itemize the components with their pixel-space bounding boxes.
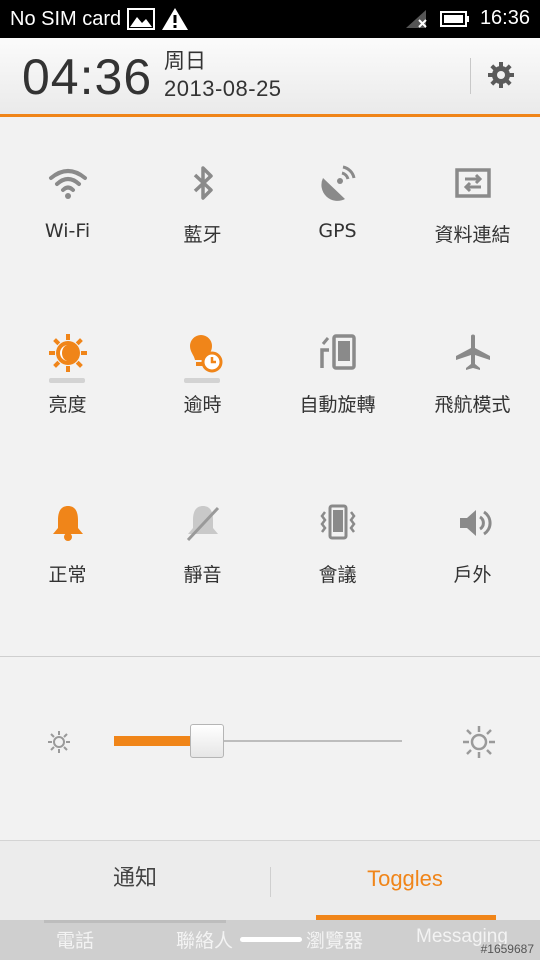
dock-item-contacts: 聯絡人: [176, 930, 234, 952]
clock[interactable]: 04:36: [22, 48, 152, 106]
gear-icon[interactable]: [486, 60, 516, 90]
speaker-icon: [460, 510, 492, 536]
image-icon: [127, 8, 156, 30]
toggle-label: 會議: [318, 564, 357, 586]
tab-toggles[interactable]: Toggles: [270, 841, 540, 921]
silent-icon: [186, 506, 220, 542]
dock-item-browser: 瀏覽器: [306, 930, 364, 952]
toggle-gps[interactable]: GPS: [270, 130, 405, 300]
data-link-icon: [455, 168, 491, 198]
toggle-bluetooth[interactable]: 藍牙: [135, 130, 270, 300]
toggle-outdoor[interactable]: 戶外: [405, 470, 540, 640]
wifi-icon: [49, 169, 87, 199]
section-divider: [0, 656, 540, 657]
gps-icon: [321, 165, 356, 201]
toggle-silent[interactable]: 靜音: [135, 470, 270, 640]
toggle-label: Wi-Fi: [44, 220, 91, 242]
toggle-wifi[interactable]: Wi-Fi: [0, 130, 135, 300]
panel-tabs: 通知 Toggles: [0, 840, 540, 921]
brightness-icon: [49, 334, 87, 372]
carrier-text: No SIM card: [10, 7, 122, 30]
auto-rotate-icon: [320, 334, 356, 370]
toggle-label: GPS: [318, 220, 357, 242]
dock: 電話 聯絡人 瀏覽器 Messaging #1659687: [0, 920, 540, 960]
bell-icon: [53, 506, 83, 541]
toggle-label: 靜音: [183, 564, 222, 586]
toggle-normal[interactable]: 正常: [0, 470, 135, 640]
battery-icon: [439, 10, 469, 27]
signal-off-icon: [405, 9, 427, 28]
notification-header: 04:36 周日 2013-08-25: [0, 38, 540, 117]
state-bar: [49, 378, 85, 383]
brightness-slider-thumb[interactable]: [190, 724, 225, 758]
toggle-label: 自動旋轉: [299, 394, 376, 416]
watermark: #1659687: [480, 942, 534, 956]
toggle-timeout[interactable]: 逾時: [135, 300, 270, 470]
toggle-label: 正常: [48, 564, 87, 586]
toggle-label: 逾時: [183, 394, 222, 416]
dock-item-phone: 電話: [56, 930, 95, 952]
warning-icon: [162, 8, 189, 30]
toggle-label: 戶外: [453, 564, 492, 586]
date: 2013-08-25: [164, 76, 282, 101]
toggle-label: 資料連結: [434, 224, 511, 246]
status-bar: No SIM card 16:36: [0, 0, 540, 38]
bluetooth-icon: [193, 166, 213, 200]
status-time: 16:36: [479, 7, 530, 29]
weekday: 周日: [164, 50, 206, 73]
toggle-brightness[interactable]: 亮度: [0, 300, 135, 470]
tab-notifications[interactable]: 通知: [0, 841, 270, 921]
toggle-label: 藍牙: [183, 224, 222, 246]
shade-handle[interactable]: [240, 937, 302, 942]
date-block[interactable]: 周日 2013-08-25: [164, 50, 282, 104]
toggle-data-link[interactable]: 資料連結: [405, 130, 540, 300]
toggle-label: 飛航模式: [434, 394, 511, 416]
brightness-high-icon: [463, 726, 495, 758]
state-bar: [184, 378, 220, 383]
header-divider: [470, 58, 471, 94]
toggle-meeting[interactable]: 會議: [270, 470, 405, 640]
toggle-airplane[interactable]: 飛航模式: [405, 300, 540, 470]
brightness-low-icon: [48, 731, 70, 753]
airplane-icon: [456, 334, 490, 370]
timeout-icon: [190, 335, 223, 373]
toggle-auto-rotate[interactable]: 自動旋轉: [270, 300, 405, 470]
toggle-label: 亮度: [48, 394, 87, 416]
dock-divider: [44, 920, 226, 923]
vibrate-icon: [320, 504, 356, 540]
